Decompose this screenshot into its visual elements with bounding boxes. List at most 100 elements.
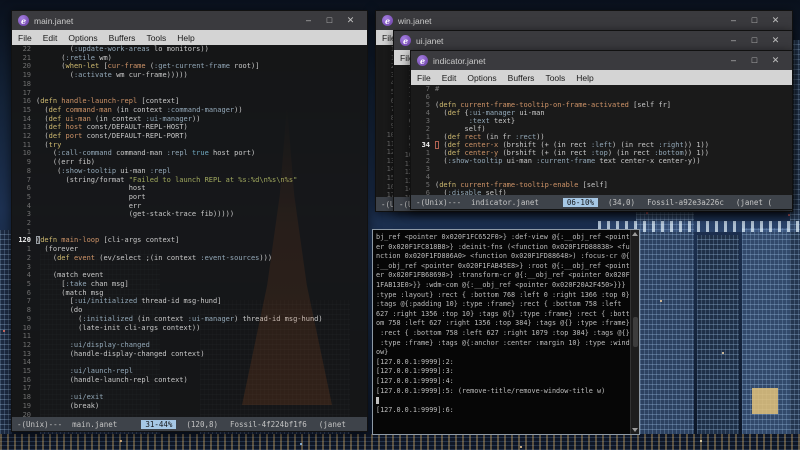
line-number: 13 xyxy=(22,349,31,358)
code-text: (defn current-frame-tooltip-on-frame-act… xyxy=(435,101,672,109)
maximize-button[interactable]: □ xyxy=(319,11,340,30)
code-line: 9 ((err fib) xyxy=(12,158,367,167)
code-line: 10 (late-init cli-args context)) xyxy=(12,324,367,333)
menu-buffers[interactable]: Buffers xyxy=(109,33,136,43)
scrollbar[interactable] xyxy=(630,230,639,434)
menu-help[interactable]: Help xyxy=(177,33,194,43)
menu-edit[interactable]: Edit xyxy=(43,33,58,43)
window-title: win.janet xyxy=(398,15,432,26)
close-button[interactable]: ✕ xyxy=(765,51,786,70)
close-button[interactable]: ✕ xyxy=(765,31,786,50)
titlebar[interactable]: e win.janet – □ ✕ xyxy=(376,11,792,30)
minimize-button[interactable]: – xyxy=(298,11,319,30)
emacs-icon: e xyxy=(18,15,29,26)
line-number: 6 xyxy=(425,189,430,195)
menu-options[interactable]: Options xyxy=(68,33,97,43)
code-line: 13 (def host const/DEFAULT-REPL-HOST) xyxy=(12,123,367,132)
console-line: er 0x020F1FC818B8>} :deinit-fns (<functi… xyxy=(376,242,630,251)
console-line: er 0x020F1FB68698>} :transform-cr @{:__o… xyxy=(376,271,630,280)
menu-file[interactable]: File xyxy=(417,73,431,83)
modeline-vcs-branch: Fossil-a92e3a226c xyxy=(647,197,724,207)
code-line: 6 host xyxy=(12,184,367,193)
scroll-down-arrow-icon[interactable] xyxy=(632,428,638,432)
minimize-button[interactable]: – xyxy=(723,51,744,70)
code-line: 3 xyxy=(411,165,792,173)
code-line: 16 (handle-launch-repl context) xyxy=(12,376,367,385)
line-number: 7 xyxy=(26,297,31,306)
code-line: 14 (def ui-man (in context :ui-manager)) xyxy=(12,115,367,124)
scroll-up-arrow-icon[interactable] xyxy=(632,232,638,236)
code-line: 4 err xyxy=(12,202,367,211)
maximize-button[interactable]: □ xyxy=(744,11,765,30)
menu-tools[interactable]: Tools xyxy=(545,73,565,83)
code-line: 8 (do xyxy=(12,306,367,315)
line-number: 20 xyxy=(22,62,31,71)
line-number: 12 xyxy=(22,132,31,141)
code-editor[interactable]: 7 #6 5 (defn current-frame-tooltip-on-frame… xyxy=(411,85,792,195)
minimize-button[interactable]: – xyxy=(723,11,744,30)
code-line: 1 (def center-y (brshift (+ (in rect :to… xyxy=(411,149,792,157)
code-text: host xyxy=(36,184,146,193)
code-line: 1 xyxy=(12,228,367,237)
console-line: :type :layout} :rect { :bottom 768 :left… xyxy=(376,290,630,299)
close-button[interactable]: ✕ xyxy=(765,11,786,30)
line-number: 1 xyxy=(26,227,31,236)
line-number: 7 xyxy=(425,85,430,93)
line-number: 14 xyxy=(22,358,31,367)
console-line: :type :frame} :tags @{:anchor :center :m… xyxy=(376,338,630,347)
titlebar[interactable]: e indicator.janet – □ ✕ xyxy=(411,51,792,70)
console-line: [127.0.0.1:9999]:5: (remove-title/remove… xyxy=(376,386,606,395)
modeline-scroll-percent: 06-10% xyxy=(562,197,598,207)
modeline-position: (34,0) xyxy=(607,197,636,207)
menu-edit[interactable]: Edit xyxy=(442,73,457,83)
modeline-position: (120,8) xyxy=(186,419,219,429)
code-line: 9 (:initialized (in context :ui-manager)… xyxy=(12,315,367,324)
code-text: err xyxy=(36,201,142,210)
menu-options[interactable]: Options xyxy=(467,73,496,83)
console-output[interactable]: bj_ref <pointer 0x020F1FC652F0>} :def-vi… xyxy=(373,230,630,434)
code-text: (break) xyxy=(36,401,100,410)
code-line: 2 self) xyxy=(411,125,792,133)
code-line: 20 xyxy=(12,411,367,417)
line-number: 8 xyxy=(26,306,31,315)
maximize-button[interactable]: □ xyxy=(744,51,765,70)
code-line: 6 xyxy=(411,93,792,101)
titlebar[interactable]: e ui.janet – □ ✕ xyxy=(394,31,792,50)
code-text: (def event (ev/select ;(in context :even… xyxy=(36,253,273,262)
code-text: (handle-launch-repl context) xyxy=(36,375,188,384)
code-line: 21 (:retile wm) xyxy=(12,54,367,63)
code-text: (do xyxy=(36,306,83,315)
code-line: 15 :ui/launch-repl xyxy=(12,367,367,376)
code-line: 12 :ui/display-changed xyxy=(12,341,367,350)
line-number: 18 xyxy=(22,79,31,88)
line-number: 16 xyxy=(22,375,31,384)
code-text: port xyxy=(36,192,146,201)
code-text: (late-init cli-args context)) xyxy=(36,323,201,332)
menu-file[interactable]: File xyxy=(18,33,32,43)
titlebar[interactable]: e main.janet – □ ✕ xyxy=(12,11,367,30)
code-text: (:initialized (in context :ui-manager) t… xyxy=(36,314,323,323)
scrollbar-thumb[interactable] xyxy=(632,317,638,347)
code-editor[interactable]: 22 (:update-work-areas lo monitors)) 21 (… xyxy=(12,45,367,417)
menu-tools[interactable]: Tools xyxy=(146,33,166,43)
menu-help[interactable]: Help xyxy=(576,73,593,83)
line-number: 15 xyxy=(22,367,31,376)
maximize-button[interactable]: □ xyxy=(744,31,765,50)
code-text: (:update-work-areas lo monitors)) xyxy=(36,45,209,53)
repl-console-window: bj_ref <pointer 0x020F1FC652F0>} :def-vi… xyxy=(372,229,640,435)
code-line: 1 (def rect (in fr :rect)) xyxy=(411,133,792,141)
line-number: 34 xyxy=(421,141,430,149)
close-button[interactable]: ✕ xyxy=(340,11,361,30)
line-number: 19 xyxy=(22,401,31,410)
minimize-button[interactable]: – xyxy=(723,31,744,50)
code-text: (def center-y (brshift (+ (in rect :top)… xyxy=(435,149,709,157)
menu-buffers[interactable]: Buffers xyxy=(508,73,535,83)
code-text: :ui/launch-repl xyxy=(69,367,133,376)
line-number: 2 xyxy=(26,219,31,228)
code-text: (def port const/DEFAULT-REPL-PORT) xyxy=(36,132,188,141)
code-line: 2 xyxy=(12,219,367,228)
code-text: (:show-tooltip ui-man :repl xyxy=(36,166,171,175)
code-line: 18 :ui/exit xyxy=(12,393,367,402)
console-line: :__obj_ref <pointer 0x020F1FAB45E8>} :ro… xyxy=(376,261,630,270)
code-line: 3 xyxy=(12,263,367,272)
